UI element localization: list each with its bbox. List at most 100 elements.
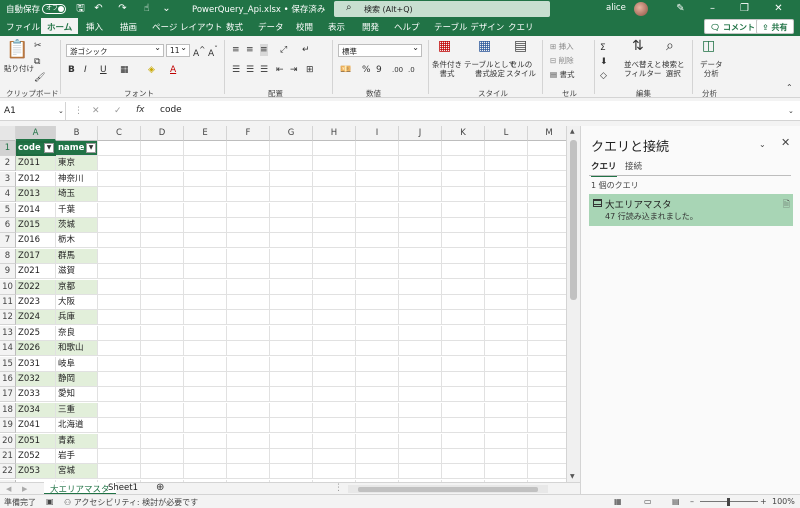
cell-styles-icon[interactable]: ▤ [514,39,527,53]
increase-decimal-icon[interactable]: .00 [392,64,403,76]
empty-cell[interactable] [184,171,227,187]
empty-cell[interactable] [98,433,141,449]
empty-cell[interactable] [485,341,528,357]
empty-cell[interactable] [270,341,313,357]
empty-cell[interactable] [270,295,313,310]
empty-cell[interactable] [528,387,566,403]
merge-center-icon[interactable]: ⊞ [306,64,314,76]
row-header[interactable]: 9 [0,264,16,280]
empty-cell[interactable] [356,325,399,341]
empty-cell[interactable] [442,402,485,418]
empty-cell[interactable] [98,295,141,310]
empty-cell[interactable] [227,418,270,434]
empty-cell[interactable] [98,402,141,418]
empty-cell[interactable] [356,356,399,372]
format-painter-icon[interactable]: 🖌 [34,72,45,84]
row-header[interactable]: 20 [0,433,16,449]
column-header-k[interactable]: K [442,126,485,141]
pane-close-icon[interactable]: ✕ [781,136,790,149]
empty-cell[interactable] [485,171,528,187]
empty-cell[interactable] [485,433,528,449]
empty-cell[interactable] [399,279,442,295]
empty-cell[interactable] [98,341,141,357]
empty-cell[interactable] [528,264,566,280]
empty-cell[interactable] [528,341,566,357]
empty-cell[interactable] [313,141,356,156]
empty-cell[interactable] [442,171,485,187]
zoom-out-icon[interactable]: – [690,497,694,506]
tab-review[interactable]: 校閲 [296,21,313,33]
italic-button[interactable]: I [84,64,87,76]
vertical-scroll-thumb[interactable] [570,140,577,300]
tab-view[interactable]: 表示 [328,21,345,33]
table-header-cell[interactable]: code ▼ [16,141,56,156]
empty-cell[interactable] [141,248,184,264]
font-color-icon[interactable]: A [170,64,176,76]
tab-help[interactable]: ヘルプ [394,21,420,33]
row-header[interactable]: 14 [0,341,16,357]
empty-cell[interactable] [485,387,528,403]
empty-cell[interactable] [442,279,485,295]
minimize-icon[interactable]: – [706,2,719,15]
empty-cell[interactable] [227,310,270,326]
empty-cell[interactable] [442,387,485,403]
table-cell[interactable]: 兵庫 [56,310,98,326]
empty-cell[interactable] [184,187,227,203]
tab-connections[interactable]: 接続 [625,160,642,172]
tab-developer[interactable]: 開発 [362,21,379,33]
empty-cell[interactable] [356,449,399,464]
empty-cell[interactable] [227,372,270,387]
currency-icon[interactable]: 💴 [340,64,351,76]
font-name-combo[interactable]: 游ゴシック [66,43,164,57]
empty-cell[interactable] [399,464,442,480]
empty-cell[interactable] [442,310,485,326]
empty-cell[interactable] [270,372,313,387]
table-cell[interactable]: Z026 [16,341,56,357]
search-box[interactable]: ⌕ 検索 (Alt+Q) [334,1,550,17]
empty-cell[interactable] [227,356,270,372]
table-cell[interactable]: Z031 [16,356,56,372]
row-header[interactable]: 13 [0,325,16,341]
table-cell[interactable]: Z011 [16,156,56,172]
cancel-icon[interactable]: ✕ [92,105,100,117]
percent-icon[interactable]: % [362,64,371,76]
empty-cell[interactable] [98,449,141,464]
column-header-i[interactable]: I [356,126,399,141]
scroll-up-icon[interactable]: ▲ [570,128,575,135]
empty-cell[interactable] [399,356,442,372]
table-cell[interactable]: Z012 [16,171,56,187]
table-cell[interactable]: Z052 [16,449,56,464]
column-header-h[interactable]: H [313,126,356,141]
empty-cell[interactable] [528,218,566,233]
align-right-icon[interactable]: ☰ [260,64,268,76]
empty-cell[interactable] [485,402,528,418]
filter-dropdown-icon[interactable]: ▼ [44,143,54,153]
empty-cell[interactable] [399,325,442,341]
empty-cell[interactable] [485,141,528,156]
normal-view-icon[interactable]: ▦ [614,497,622,506]
name-box[interactable]: A1 [0,102,66,120]
table-cell[interactable]: Z024 [16,310,56,326]
tab-formulas[interactable]: 数式 [226,21,243,33]
row-header[interactable]: 4 [0,187,16,203]
empty-cell[interactable] [184,387,227,403]
table-cell[interactable]: 岩手 [56,449,98,464]
empty-cell[interactable] [313,202,356,218]
tab-page-layout[interactable]: ページ レイアウト [152,21,223,33]
empty-cell[interactable] [184,310,227,326]
empty-cell[interactable] [356,387,399,403]
paste-icon[interactable]: 📋 [6,40,28,60]
empty-cell[interactable] [184,341,227,357]
zoom-level[interactable]: 100% [772,497,795,506]
empty-cell[interactable] [528,418,566,434]
table-cell[interactable]: 岐阜 [56,356,98,372]
font-size-combo[interactable]: 11 [166,43,190,57]
empty-cell[interactable] [184,218,227,233]
empty-cell[interactable] [270,264,313,280]
table-cell[interactable]: Z033 [16,387,56,403]
empty-cell[interactable] [98,202,141,218]
empty-cell[interactable] [528,187,566,203]
empty-cell[interactable] [356,233,399,249]
autosave-toggle[interactable]: オフ [42,4,66,14]
save-icon[interactable]: 🖫 [74,2,87,15]
